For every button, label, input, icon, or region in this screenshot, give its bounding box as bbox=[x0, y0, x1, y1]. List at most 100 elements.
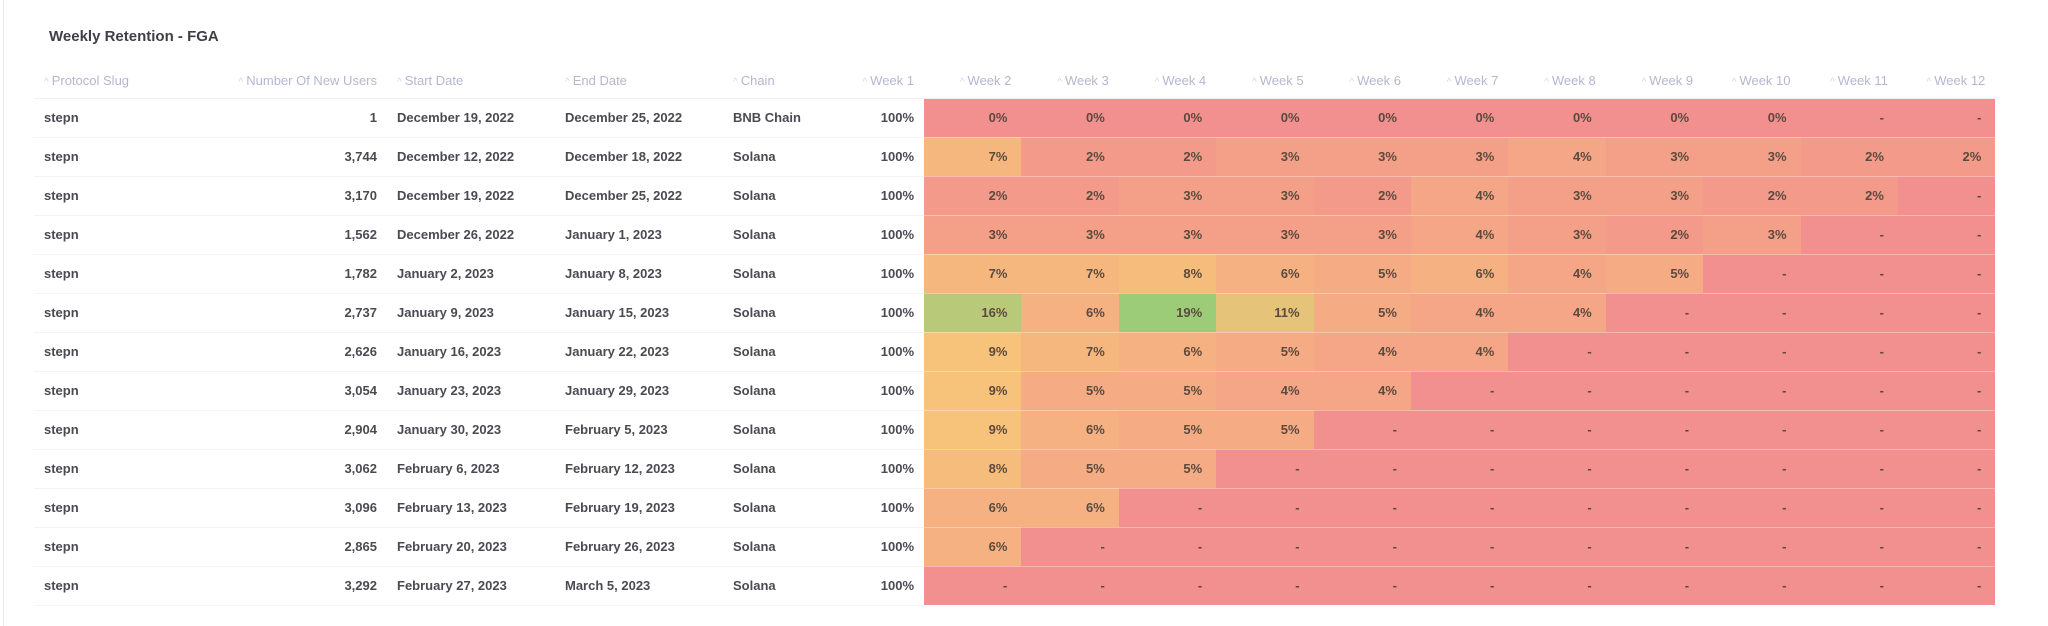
start-date-cell: February 20, 2023 bbox=[387, 527, 555, 567]
week-1-cell: 100% bbox=[843, 449, 924, 489]
sort-arrow-icon[interactable]: ^ bbox=[1732, 77, 1737, 88]
chain-cell: Solana bbox=[723, 371, 843, 411]
chain-cell: Solana bbox=[723, 254, 843, 294]
heat-cell-week-2: 0% bbox=[924, 98, 1022, 138]
sort-arrow-icon[interactable]: ^ bbox=[44, 77, 49, 88]
sort-arrow-icon[interactable]: ^ bbox=[1544, 77, 1549, 88]
heat-cell-week-7: 4% bbox=[1410, 176, 1509, 216]
column-header-week-8[interactable]: ^ Week 8 bbox=[1508, 63, 1606, 99]
column-header-start-date[interactable]: ^ Start Date bbox=[387, 63, 555, 99]
column-header-protocol-slug[interactable]: ^ Protocol Slug bbox=[34, 63, 199, 99]
start-date-cell: February 6, 2023 bbox=[387, 449, 555, 489]
heat-cell-week-11: - bbox=[1800, 527, 1898, 567]
heat-cell-week-6: 4% bbox=[1313, 332, 1411, 372]
table-row: stepn 1 December 19, 2022 December 25, 2022… bbox=[34, 98, 1996, 138]
heat-cell-week-3: 6% bbox=[1021, 410, 1119, 450]
heat-cell-week-11: - bbox=[1800, 332, 1898, 372]
heat-cell-week-10: 2% bbox=[1703, 176, 1801, 216]
heat-cell-week-8: 4% bbox=[1508, 137, 1606, 177]
column-header-label: Week 9 bbox=[1649, 72, 1694, 88]
sort-arrow-icon[interactable]: ^ bbox=[733, 77, 738, 88]
column-header-week-5[interactable]: ^ Week 5 bbox=[1216, 63, 1314, 99]
new-users-cell: 3,292 bbox=[199, 566, 387, 606]
start-date-cell: December 19, 2022 bbox=[387, 176, 555, 216]
heat-cell-week-2: 3% bbox=[924, 215, 1022, 255]
heat-cell-week-3: - bbox=[1021, 527, 1119, 567]
heat-cell-week-7: 4% bbox=[1410, 332, 1509, 372]
heat-cell-week-6: - bbox=[1313, 410, 1411, 450]
heat-cell-week-6: 5% bbox=[1313, 254, 1411, 294]
heat-cell-week-9: 5% bbox=[1605, 254, 1704, 294]
column-header-week-9[interactable]: ^ Week 9 bbox=[1605, 63, 1704, 99]
heat-cell-week-6: 4% bbox=[1313, 371, 1411, 411]
heat-cell-week-6: 0% bbox=[1313, 98, 1411, 138]
heat-cell-week-12: - bbox=[1897, 293, 1996, 333]
column-header-week-7[interactable]: ^ Week 7 bbox=[1410, 63, 1509, 99]
column-header-week-3[interactable]: ^ Week 3 bbox=[1021, 63, 1119, 99]
start-date-cell: February 27, 2023 bbox=[387, 566, 555, 606]
heat-cell-week-7: - bbox=[1410, 371, 1509, 411]
sort-arrow-icon[interactable]: ^ bbox=[239, 77, 244, 88]
new-users-cell: 3,062 bbox=[199, 449, 387, 489]
sort-arrow-icon[interactable]: ^ bbox=[397, 77, 402, 88]
week-1-cell: 100% bbox=[843, 137, 924, 177]
table-row: stepn 3,744 December 12, 2022 December 18, … bbox=[34, 137, 1996, 177]
column-header-week-12[interactable]: ^ Week 12 bbox=[1897, 63, 1996, 99]
sort-arrow-icon[interactable]: ^ bbox=[1252, 77, 1257, 88]
heat-cell-week-12: - bbox=[1897, 449, 1996, 489]
week-1-cell: 100% bbox=[843, 176, 924, 216]
heat-cell-week-6: - bbox=[1313, 488, 1411, 528]
heat-cell-week-4: 5% bbox=[1118, 410, 1217, 450]
end-date-cell: December 18, 2022 bbox=[555, 137, 723, 177]
heat-cell-week-2: 7% bbox=[924, 254, 1022, 294]
heat-cell-week-6: 5% bbox=[1313, 293, 1411, 333]
heat-cell-week-2: 9% bbox=[924, 371, 1022, 411]
sort-arrow-icon[interactable]: ^ bbox=[1830, 77, 1835, 88]
sort-arrow-icon[interactable]: ^ bbox=[862, 77, 867, 88]
heat-cell-week-12: - bbox=[1897, 488, 1996, 528]
chain-cell: Solana bbox=[723, 332, 843, 372]
sort-arrow-icon[interactable]: ^ bbox=[1927, 77, 1932, 88]
column-header-week-11[interactable]: ^ Week 11 bbox=[1800, 63, 1898, 99]
protocol-slug-cell: stepn bbox=[34, 215, 199, 255]
sort-arrow-icon[interactable]: ^ bbox=[1447, 77, 1452, 88]
heat-cell-week-10: - bbox=[1703, 332, 1801, 372]
chain-cell: Solana bbox=[723, 488, 843, 528]
heat-cell-week-5: - bbox=[1216, 527, 1314, 567]
start-date-cell: December 26, 2022 bbox=[387, 215, 555, 255]
start-date-cell: January 23, 2023 bbox=[387, 371, 555, 411]
heat-cell-week-2: 7% bbox=[924, 137, 1022, 177]
heat-cell-week-9: 0% bbox=[1605, 98, 1704, 138]
retention-card: Weekly Retention - FGA ^ Protocol Slug ^ Nu… bbox=[3, 0, 2048, 626]
heat-cell-week-9: - bbox=[1605, 293, 1704, 333]
column-header-week-6[interactable]: ^ Week 6 bbox=[1313, 63, 1411, 99]
column-header-number-of-new-users[interactable]: ^ Number Of New Users bbox=[199, 63, 387, 99]
card-title: Weekly Retention - FGA bbox=[49, 28, 219, 45]
heat-cell-week-9: - bbox=[1605, 449, 1704, 489]
column-header-week-4[interactable]: ^ Week 4 bbox=[1118, 63, 1217, 99]
table-row: stepn 1,562 December 26, 2022 January 1, 20… bbox=[34, 215, 1996, 255]
column-header-chain[interactable]: ^ Chain bbox=[723, 63, 843, 99]
sort-arrow-icon[interactable]: ^ bbox=[565, 77, 570, 88]
start-date-cell: December 12, 2022 bbox=[387, 137, 555, 177]
heat-cell-week-6: 3% bbox=[1313, 137, 1411, 177]
protocol-slug-cell: stepn bbox=[34, 332, 199, 372]
week-1-cell: 100% bbox=[843, 293, 924, 333]
column-header-end-date[interactable]: ^ End Date bbox=[555, 63, 723, 99]
sort-arrow-icon[interactable]: ^ bbox=[960, 77, 965, 88]
chain-cell: Solana bbox=[723, 137, 843, 177]
heat-cell-week-6: 2% bbox=[1313, 176, 1411, 216]
protocol-slug-cell: stepn bbox=[34, 176, 199, 216]
heat-cell-week-2: 2% bbox=[924, 176, 1022, 216]
sort-arrow-icon[interactable]: ^ bbox=[1349, 77, 1354, 88]
sort-arrow-icon[interactable]: ^ bbox=[1155, 77, 1160, 88]
column-header-week-2[interactable]: ^ Week 2 bbox=[924, 63, 1022, 99]
sort-arrow-icon[interactable]: ^ bbox=[1057, 77, 1062, 88]
sort-arrow-icon[interactable]: ^ bbox=[1642, 77, 1647, 88]
column-header-week-1[interactable]: ^ Week 1 bbox=[843, 63, 924, 99]
heat-cell-week-8: - bbox=[1508, 449, 1606, 489]
heat-cell-week-10: - bbox=[1703, 254, 1801, 294]
heat-cell-week-2: 6% bbox=[924, 488, 1022, 528]
heat-cell-week-12: 2% bbox=[1897, 137, 1996, 177]
column-header-week-10[interactable]: ^ Week 10 bbox=[1703, 63, 1801, 99]
